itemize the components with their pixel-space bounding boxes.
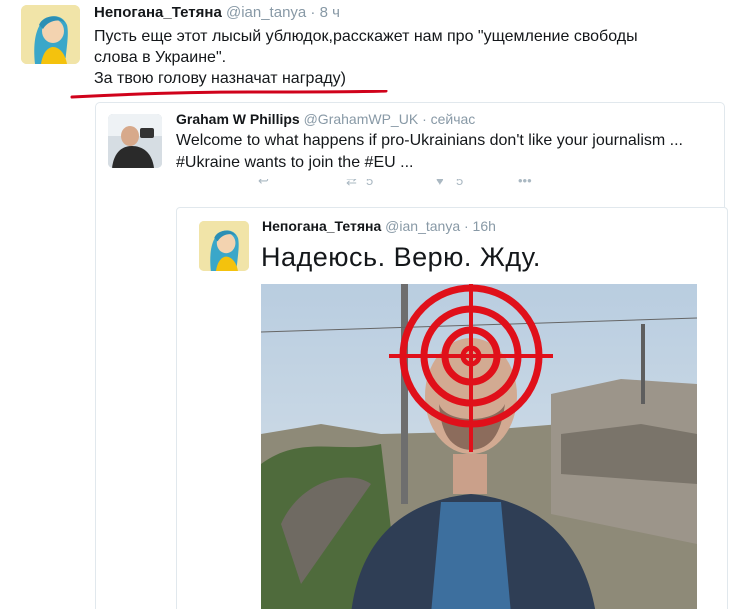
like-count: 5 [456,179,464,188]
author-name[interactable]: Непогана_Тетяна [94,4,222,21]
reply-icon[interactable]: ↩ [258,179,269,189]
retweet-count: 5 [366,179,374,188]
tweet-timestamp[interactable]: · 8 ч [310,4,340,21]
quoted-tweet-card[interactable]: Graham W Phillips @GrahamWP_UK · сейчас … [95,102,728,609]
tweet-text: Пусть еще этот лысый ублюдок,расскажет н… [94,26,719,89]
author-avatar[interactable] [21,5,80,64]
tweet-photo[interactable] [261,284,697,609]
embedded-tweet-header: Непогана_Тетяна @ian_tanya · 16h [262,218,496,234]
embedded-author-avatar[interactable] [199,221,249,271]
quoted-tweet-text: Welcome to what happens if pro-Ukrainian… [176,130,721,174]
quoted-text-line: #Ukraine wants to join the #EU ... [176,154,414,171]
tweet-text-line: Пусть еще этот лысый ублюдок,расскажет н… [94,28,638,45]
tweet-text-line: За твою голову назначат награду) [94,70,346,87]
quoted-text-line: Welcome to what happens if pro-Ukrainian… [176,132,683,149]
quoted-tweet-header: Graham W Phillips @GrahamWP_UK · сейчас [176,111,475,127]
tweet-actions: ↩ ⇄ 5 ♥ 5 ••• [256,179,576,189]
more-icon[interactable]: ••• [518,179,532,188]
like-icon[interactable]: ♥ [436,179,444,188]
quoted-author-name[interactable]: Graham W Phillips [176,111,300,127]
quoted-tweet-timestamp[interactable]: · сейчас [422,111,475,127]
quoted-author-handle[interactable]: @GrahamWP_UK [304,111,419,127]
embedded-author-name[interactable]: Непогана_Тетяна [262,218,381,234]
quoted-author-avatar[interactable] [108,114,162,168]
embedded-tweet-text: Надеюсь. Верю. Жду. [261,242,541,272]
author-handle[interactable]: @ian_tanya [226,4,306,21]
embedded-author-handle[interactable]: @ian_tanya [385,218,460,234]
tweet-text-line: слова в Украине". [94,49,227,66]
tweet-header: Непогана_Тетяна @ian_tanya · 8 ч [94,4,340,21]
embedded-tweet-timestamp[interactable]: · 16h [464,218,496,234]
embedded-tweet-card[interactable]: Непогана_Тетяна @ian_tanya · 16h Надеюсь… [176,207,728,609]
retweet-icon[interactable]: ⇄ [346,179,357,189]
